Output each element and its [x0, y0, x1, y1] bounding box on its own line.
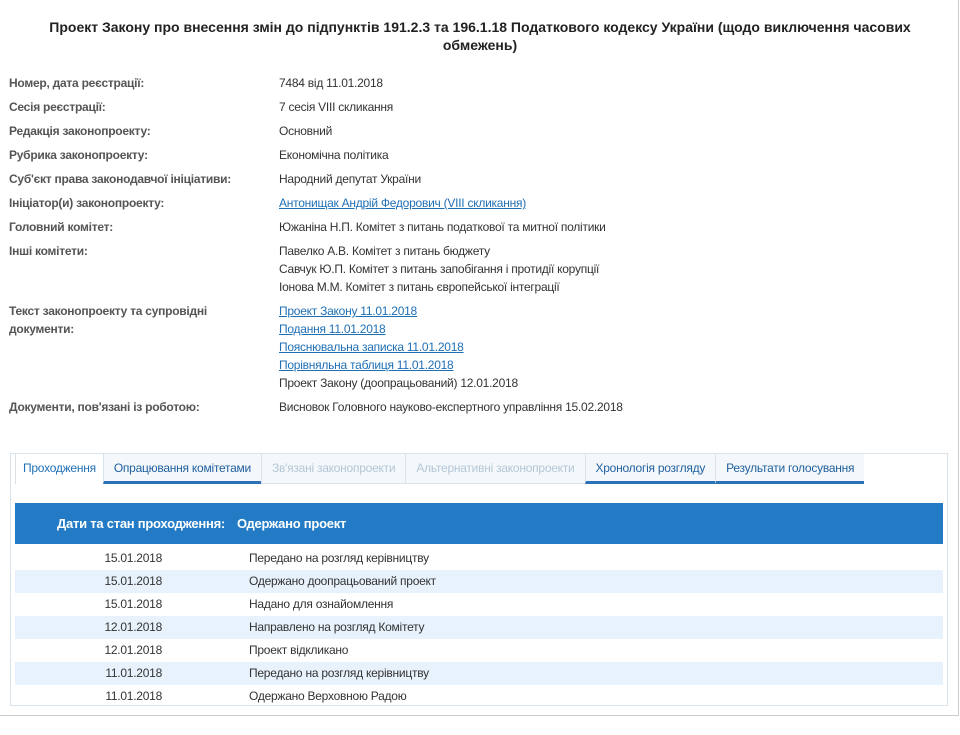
table-row: 11.01.2018 Передано на розгляд керівництв… — [15, 662, 943, 685]
info-row-documents: Текст законопроекту та супровідні докуме… — [9, 304, 518, 390]
tab-passage[interactable]: Проходження — [15, 454, 103, 484]
doc-link-draft[interactable]: Проект Закону 11.01.2018 — [279, 304, 417, 318]
page-title: Проект Закону про внесення змін до підпу… — [49, 19, 911, 53]
initiator-link[interactable]: Антонищак Андрій Федорович (VIII скликан… — [279, 196, 526, 210]
tab-committees[interactable]: Опрацювання комітетами — [102, 454, 261, 484]
info-row-rubric: Рубрика законопроекту: Економічна політик… — [9, 148, 389, 162]
info-row-initiator: Ініціатор(и) законопроекту: Антонищак Анд… — [9, 196, 526, 210]
tabs-panel: Проходження Опрацювання комітетами Зв'яз… — [10, 453, 948, 706]
table-header: Дати та стан проходження: Одержано проек… — [15, 503, 943, 544]
info-row-related-docs: Документи, пов'язані із роботою: Висновок… — [9, 400, 623, 414]
bill-info: Номер, дата реєстрації: 7484 від 11.01.20… — [9, 74, 909, 422]
table-row: 11.01.2018 Одержано Верховною Радою — [105, 689, 407, 703]
table-row: 12.01.2018 Проект відкликано — [104, 643, 349, 657]
tab-bar: Проходження Опрацювання комітетами Зв'яз… — [15, 454, 865, 484]
info-row-edition: Редакція законопроекту: Основний — [9, 124, 333, 138]
info-row-main-committee: Головний комітет: Южаніна Н.П. Комітет з … — [9, 220, 606, 234]
tab-chronology[interactable]: Хронологія розгляду — [584, 454, 716, 484]
tab-alternative-bills: Альтернативні законопроекти — [405, 454, 585, 484]
table-row: 15.01.2018 Одержано доопрацьований проект — [15, 570, 943, 593]
doc-link-explanatory-note[interactable]: Пояснювальна записка 11.01.2018 — [279, 340, 464, 354]
doc-link-comparison-table[interactable]: Порівняльна таблиця 11.01.2018 — [279, 358, 454, 372]
doc-link-submission[interactable]: Подання 11.01.2018 — [279, 322, 386, 336]
table-row: 15.01.2018 Передано на розгляд керівництв… — [104, 551, 429, 565]
tab-voting-results[interactable]: Результати голосування — [715, 454, 865, 484]
tab-related-bills: Зв'язані законопроекти — [260, 454, 406, 484]
table-row: 12.01.2018 Направлено на розгляд Комітету — [15, 616, 943, 639]
info-row-number: Номер, дата реєстрації: 7484 від 11.01.20… — [9, 76, 383, 90]
passage-table: 15.01.2018 Передано на розгляд керівництв… — [15, 547, 943, 708]
table-row: 15.01.2018 Надано для ознайомлення — [104, 597, 394, 611]
info-row-session: Сесія реєстрації: 7 сесія VIII скликання — [9, 100, 394, 114]
info-row-other-committees: Інші комітети: Павелко А.В. Комітет з пит… — [9, 244, 600, 294]
info-row-subject: Суб'єкт права законодавчої ініціативи: На… — [9, 172, 421, 186]
